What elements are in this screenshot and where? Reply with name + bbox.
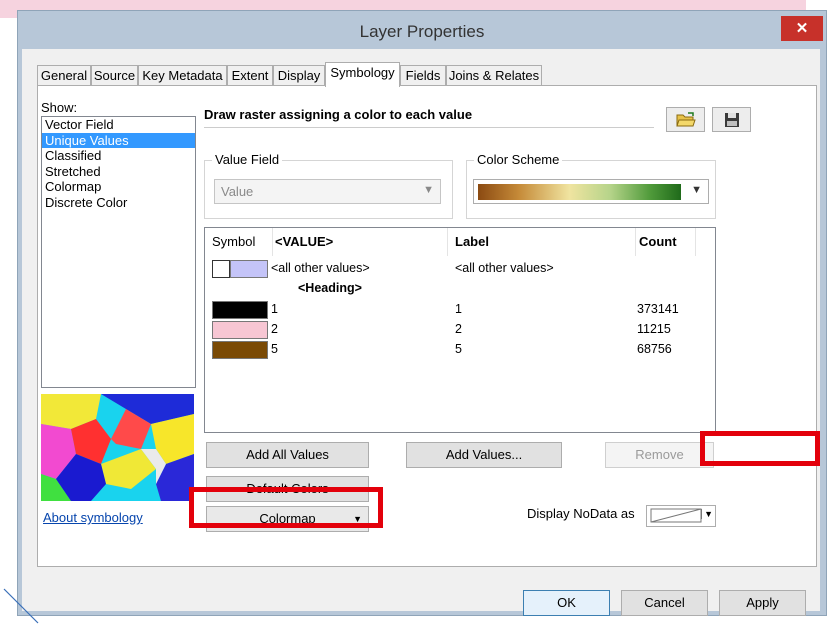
value-field-value: Value [221, 184, 254, 199]
symbol-swatch[interactable] [212, 301, 268, 319]
open-symbology-button[interactable] [666, 107, 705, 132]
cell-count: 11215 [637, 322, 671, 336]
color-scheme-group: Color Scheme ▼ [466, 152, 716, 219]
nodata-label: Display NoData as [527, 506, 635, 521]
ok-button[interactable]: OK [523, 590, 610, 616]
layer-properties-dialog: Layer Properties ✕ General Source Key Me… [17, 10, 827, 616]
nodata-color-picker[interactable]: ▼ [646, 505, 716, 527]
cell-value: 1 [271, 302, 278, 316]
chevron-down-icon: ▼ [691, 184, 702, 196]
cell-label: 1 [455, 302, 462, 316]
tab-source[interactable]: Source [91, 65, 138, 86]
symbol-swatch[interactable] [212, 341, 268, 359]
apply-button[interactable]: Apply [719, 590, 806, 616]
tab-display[interactable]: Display [273, 65, 325, 86]
title-bar[interactable]: Layer Properties ✕ [18, 11, 826, 49]
show-label: Show: [41, 100, 78, 115]
add-values-button[interactable]: Add Values... [406, 442, 562, 468]
color-scheme-label: Color Scheme [474, 152, 563, 167]
color-scheme-select[interactable]: ▼ [473, 179, 709, 204]
symbol-swatch[interactable] [212, 321, 268, 339]
value-field-group: Value Field Value ▼ [204, 152, 453, 219]
chevron-down-icon: ▼ [423, 184, 434, 196]
symbol-swatch[interactable] [230, 260, 268, 278]
table-heading: <Heading> [298, 281, 362, 295]
symbol-outline-swatch [212, 260, 230, 278]
highlight-annotation-remove [700, 431, 820, 466]
highlight-annotation-colormap [189, 487, 383, 528]
dialog-client-area: General Source Key Metadata Extent Displ… [22, 49, 820, 616]
column-header-value[interactable]: <VALUE> [273, 228, 448, 256]
unique-values-table[interactable]: Symbol <VALUE> Label Count <all other va… [204, 227, 716, 433]
color-ramp-swatch [478, 184, 681, 200]
cell-label: 2 [455, 322, 462, 336]
cell-count: 373141 [637, 302, 679, 316]
renderer-item-discrete-color[interactable]: Discrete Color [42, 195, 195, 211]
column-header-symbol[interactable]: Symbol [205, 228, 273, 256]
cell-value: 2 [271, 322, 278, 336]
renderer-item-unique-values[interactable]: Unique Values [42, 132, 195, 149]
tab-key-metadata[interactable]: Key Metadata [138, 65, 227, 86]
window-title: Layer Properties [359, 22, 485, 41]
close-button[interactable]: ✕ [781, 16, 823, 41]
about-symbology-link[interactable]: About symbology [43, 510, 143, 525]
floppy-disk-icon [724, 112, 739, 127]
renderer-item-stretched[interactable]: Stretched [42, 164, 195, 180]
cell-label: 5 [455, 342, 462, 356]
cell-value: 5 [271, 342, 278, 356]
value-field-select: Value ▼ [214, 179, 441, 204]
no-color-swatch-icon [650, 508, 702, 523]
column-header-label[interactable]: Label [449, 228, 636, 256]
caret-down-icon: ▼ [701, 509, 713, 519]
folder-open-icon [675, 111, 696, 126]
tab-general[interactable]: General [37, 65, 91, 86]
tab-joins-relates[interactable]: Joins & Relates [446, 65, 542, 86]
cell-label: <all other values> [455, 261, 554, 275]
renderer-description: Draw raster assigning a color to each va… [204, 107, 654, 128]
annotation-line [3, 588, 39, 624]
tab-symbology[interactable]: Symbology [325, 62, 400, 87]
tab-fields[interactable]: Fields [400, 65, 446, 86]
renderer-item-colormap[interactable]: Colormap [42, 179, 195, 195]
renderer-list[interactable]: Vector Field Unique Values Classified St… [41, 116, 196, 388]
value-field-label: Value Field [212, 152, 283, 167]
symbology-preview-image [41, 394, 194, 501]
renderer-item-vector-field[interactable]: Vector Field [42, 117, 195, 133]
cancel-button[interactable]: Cancel [621, 590, 708, 616]
cell-count: 68756 [637, 342, 672, 356]
add-all-values-button[interactable]: Add All Values [206, 442, 369, 468]
cell-value: <all other values> [271, 261, 370, 275]
save-symbology-button[interactable] [712, 107, 751, 132]
tab-extent[interactable]: Extent [227, 65, 273, 86]
remove-button[interactable]: Remove [605, 442, 714, 468]
column-header-count[interactable]: Count [633, 228, 696, 256]
renderer-item-classified[interactable]: Classified [42, 148, 195, 164]
